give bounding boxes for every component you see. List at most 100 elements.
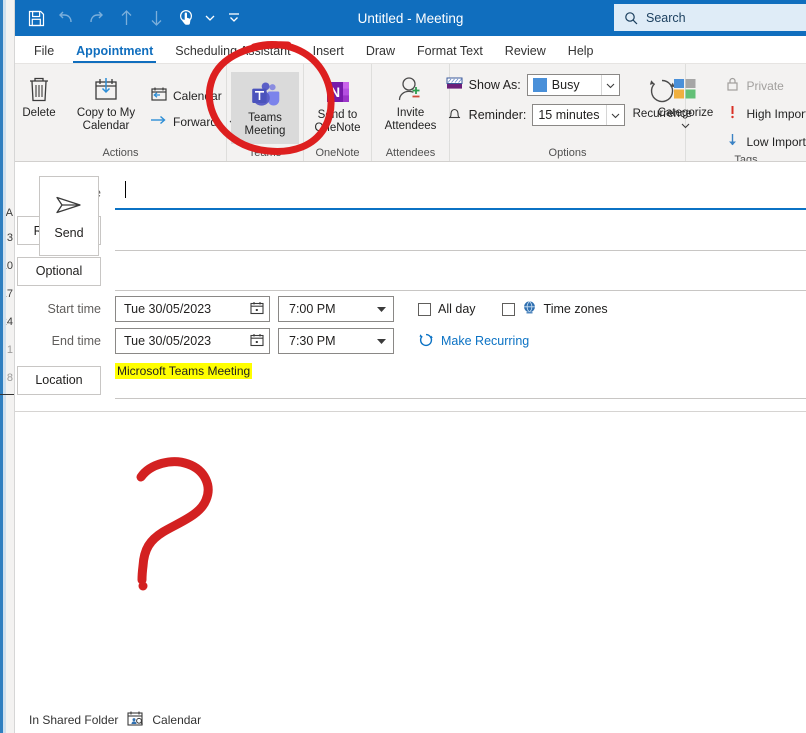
end-time-label: End time [51, 334, 101, 348]
optional-attendees-button[interactable]: Optional [17, 256, 101, 286]
chevron-down-icon[interactable] [376, 302, 387, 316]
invite-attendees-label: Invite Attendees [384, 107, 437, 132]
chevron-down-icon[interactable] [681, 120, 690, 133]
ribbon: Delete Copy to My Calendar Calendar Forw… [15, 63, 806, 162]
chevron-down-icon[interactable] [606, 105, 624, 125]
tab-format-text[interactable]: Format Text [406, 41, 494, 63]
touch-mode-dropdown-icon[interactable] [201, 4, 219, 32]
forward-label: Forward [173, 114, 218, 129]
time-zones-label: Time zones [543, 302, 608, 316]
shared-folder-text: In Shared Folder [29, 713, 119, 727]
make-recurring-button[interactable]: Make Recurring [418, 332, 529, 351]
start-time-input[interactable]: 7:00 PM [278, 296, 394, 322]
ribbon-group-title-actions: Actions [102, 147, 139, 159]
optional-label: Optional [35, 264, 83, 278]
tab-appointment[interactable]: Appointment [65, 41, 164, 63]
location-button[interactable]: Location [17, 365, 101, 395]
save-icon[interactable] [21, 4, 51, 32]
end-time-input[interactable]: 7:30 PM [278, 328, 394, 354]
recurring-icon [418, 332, 434, 351]
send-icon [54, 193, 84, 220]
calendar-picker-icon[interactable] [249, 332, 265, 351]
tab-insert[interactable]: Insert [302, 41, 355, 63]
start-date-value: Tue 30/05/2023 [124, 302, 212, 316]
show-as-icon [446, 76, 463, 94]
redo-icon[interactable] [81, 4, 111, 32]
time-zones-checkbox-box[interactable] [501, 302, 515, 316]
undo-icon[interactable] [51, 4, 81, 32]
required-attendees-input[interactable] [115, 210, 806, 251]
busy-color-swatch [532, 78, 547, 92]
reminder-combobox[interactable]: 15 minutes [532, 104, 626, 126]
chevron-down-icon[interactable] [600, 75, 619, 95]
low-importance-button[interactable]: Low Importance [722, 130, 806, 153]
all-day-label: All day [438, 302, 476, 316]
show-as-combobox[interactable]: Busy [526, 74, 620, 96]
onenote-icon: N [324, 75, 352, 109]
teams-icon [250, 78, 280, 112]
ribbon-group-attendees: Invite Attendees Attendees [372, 64, 450, 161]
invite-attendees-icon [395, 73, 427, 107]
send-label: Send [54, 225, 84, 240]
delete-label: Delete [22, 107, 56, 119]
search-icon [625, 11, 638, 24]
optional-attendees-input[interactable] [115, 251, 806, 291]
previous-item-icon[interactable] [111, 4, 141, 32]
customize-quick-access-toolbar-icon[interactable] [219, 4, 249, 32]
lock-icon [725, 76, 740, 95]
svg-text:N: N [329, 84, 339, 100]
ribbon-group-title-tags: Tags [734, 154, 758, 162]
status-calendar-label: Calendar [152, 713, 202, 727]
tab-scheduling-assistant[interactable]: Scheduling Assistant [164, 41, 301, 63]
bg-calendar-date: 8 [6, 372, 13, 384]
delete-button[interactable]: Delete [15, 70, 70, 123]
tab-draw[interactable]: Draw [355, 41, 406, 63]
ribbon-group-title-teams-meeting: Teams Meeting [248, 147, 282, 159]
ribbon-group-onenote: N Send to OneNote OneNote [304, 64, 372, 161]
send-to-onenote-button[interactable]: N Send to OneNote [308, 72, 368, 138]
ribbon-group-teams-meeting: Teams Meeting Teams Meeting [227, 64, 304, 161]
search-placeholder: Search [646, 10, 686, 25]
copy-to-my-calendar-label: Copy to My Calendar [76, 107, 136, 132]
teams-meeting-button[interactable]: Teams Meeting [231, 72, 299, 144]
status-bar: In Shared Folder Calendar [15, 707, 806, 733]
calendar-label: Calendar [173, 88, 222, 103]
tab-review[interactable]: Review [494, 41, 557, 63]
all-day-checkbox[interactable]: All day [418, 302, 476, 316]
ribbon-group-title-onenote: OneNote [315, 147, 360, 159]
high-importance-button[interactable]: High Importance [722, 102, 806, 125]
quick-access-toolbar [15, 4, 249, 32]
end-date-input[interactable]: Tue 30/05/2023 [115, 328, 270, 354]
touch-mode-icon[interactable] [171, 4, 201, 32]
show-as-value: Busy [551, 78, 580, 92]
bell-icon [446, 106, 463, 125]
title-input[interactable] [115, 176, 806, 210]
location-input[interactable]: Microsoft Teams Meeting [115, 361, 806, 399]
time-zones-checkbox[interactable]: Time zones [501, 300, 608, 318]
calendar-picker-icon[interactable] [249, 300, 265, 319]
ribbon-group-actions: Delete Copy to My Calendar Calendar Forw… [15, 64, 238, 161]
background-calendar-strip: SA 3 10 17 24 1 8 [0, 0, 14, 733]
exclamation-icon [725, 104, 740, 123]
start-date-input[interactable]: Tue 30/05/2023 [115, 296, 270, 322]
bg-calendar-date: 1 [6, 344, 13, 356]
down-arrow-icon [725, 132, 740, 151]
meeting-body-editor[interactable] [15, 411, 806, 691]
tab-file[interactable]: File [23, 41, 65, 63]
chevron-down-icon[interactable] [376, 334, 387, 348]
reminder-value: 15 minutes [538, 108, 600, 122]
globe-icon [522, 300, 537, 318]
search-input[interactable]: Search [614, 4, 806, 31]
copy-to-my-calendar-button[interactable]: Copy to My Calendar [70, 70, 142, 136]
next-item-icon[interactable] [141, 4, 171, 32]
ribbon-group-title-options: Options [548, 147, 587, 159]
tab-help[interactable]: Help [557, 41, 605, 63]
send-to-onenote-label: Send to OneNote [314, 109, 361, 134]
all-day-checkbox-box[interactable] [418, 302, 431, 316]
invite-attendees-button[interactable]: Invite Attendees [376, 70, 446, 136]
ribbon-group-title-attendees: Attendees [385, 147, 436, 159]
categorize-button[interactable]: Categorize [654, 70, 716, 136]
private-button[interactable]: Private [722, 74, 806, 97]
end-date-value: Tue 30/05/2023 [124, 334, 212, 348]
send-button[interactable]: Send [39, 176, 99, 256]
